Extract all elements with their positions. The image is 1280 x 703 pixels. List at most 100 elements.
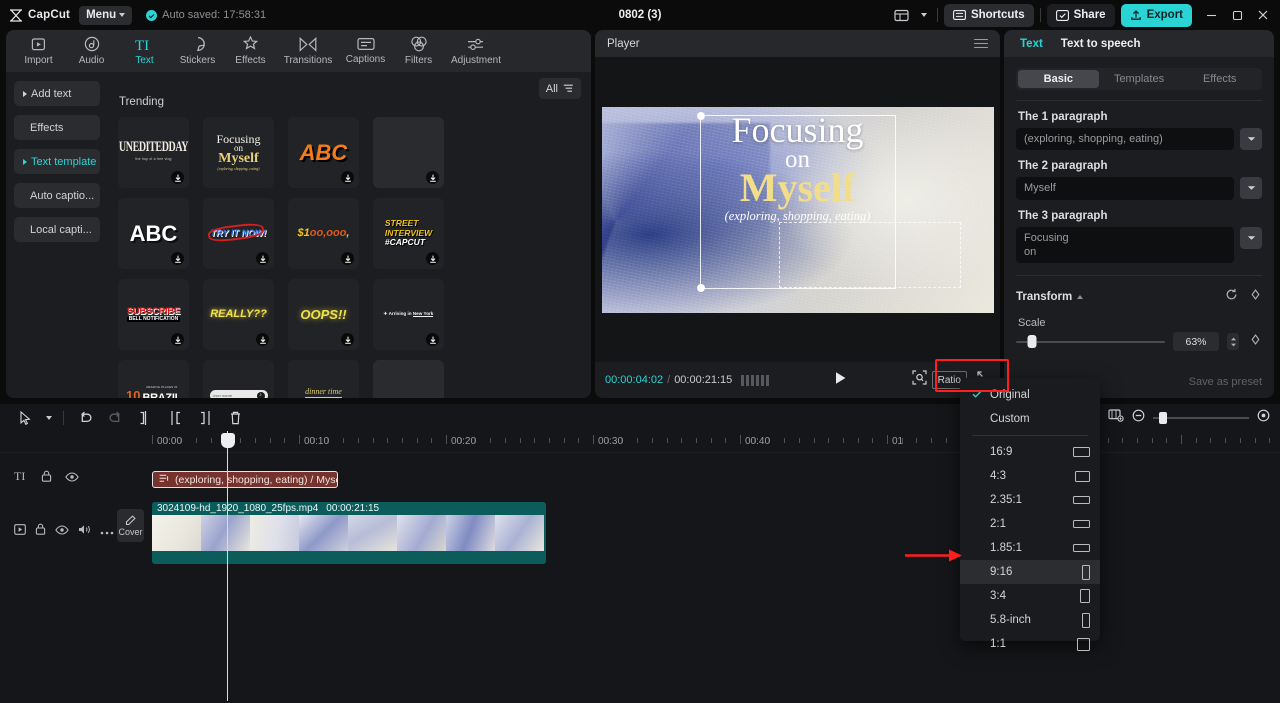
ratio-option-2-1[interactable]: 2:1: [960, 512, 1100, 536]
undo-button[interactable]: [70, 404, 100, 431]
redo-button[interactable]: [100, 404, 130, 431]
ratio-option-3-4[interactable]: 3:4: [960, 584, 1100, 608]
tool-dropdown-button[interactable]: [40, 404, 57, 431]
download-icon[interactable]: [256, 333, 269, 346]
ratio-option-original[interactable]: Original: [960, 383, 1100, 407]
tab-effects[interactable]: Effects: [224, 30, 277, 72]
save-as-preset-button[interactable]: Save as preset: [1189, 376, 1262, 388]
template-card[interactable]: ABC: [288, 117, 359, 188]
template-card[interactable]: 10 AMAZING PLACES IN BRAZIL: [118, 360, 189, 398]
lock-icon[interactable]: [41, 469, 52, 487]
eye-icon[interactable]: [55, 522, 69, 540]
menu-button[interactable]: Menu: [79, 5, 133, 25]
share-button[interactable]: Share: [1046, 3, 1115, 27]
paragraph-dropdown-button[interactable]: [1240, 177, 1262, 200]
download-icon[interactable]: [171, 333, 184, 346]
tab-text[interactable]: TI Text: [118, 30, 171, 72]
lock-icon[interactable]: [35, 522, 46, 540]
video-preview[interactable]: Focusing on Myself (exploring, shopping,…: [601, 106, 994, 313]
playhead[interactable]: [220, 431, 235, 701]
download-icon[interactable]: [426, 333, 439, 346]
chevron-up-icon[interactable]: [1077, 295, 1084, 300]
download-icon[interactable]: [426, 171, 439, 184]
paragraph-input[interactable]: Focusing on: [1016, 226, 1234, 264]
ratio-option-9-16[interactable]: 9:16: [960, 560, 1100, 584]
paragraph-dropdown-button[interactable]: [1240, 128, 1262, 150]
text-clip[interactable]: (exploring, shopping, eating) / Myself: [152, 471, 338, 488]
zoom-out-icon[interactable]: [1132, 409, 1145, 427]
template-card[interactable]: User name ♪: [203, 360, 274, 398]
template-card[interactable]: OOPS!!: [288, 279, 359, 350]
paragraph-input[interactable]: Myself: [1016, 177, 1234, 200]
ratio-option-4-3[interactable]: 4:3: [960, 464, 1100, 488]
layout-dropdown-icon[interactable]: [917, 4, 931, 26]
minimize-button[interactable]: [1198, 0, 1224, 30]
ratio-option-1-85-1[interactable]: 1.85:1: [960, 536, 1100, 560]
tab-filters[interactable]: Filters: [392, 30, 445, 72]
template-card[interactable]: UNEDITEDDAY the hop of a free vlog: [118, 117, 189, 188]
slider-knob[interactable]: [1027, 335, 1037, 349]
download-icon[interactable]: [426, 252, 439, 265]
paragraph-dropdown-button[interactable]: [1240, 226, 1262, 249]
ratio-option-2-35-1[interactable]: 2.35:1: [960, 488, 1100, 512]
download-icon[interactable]: [171, 252, 184, 265]
cover-button[interactable]: Cover: [117, 509, 144, 542]
playhead-handle[interactable]: [220, 433, 235, 448]
reset-icon[interactable]: [1225, 288, 1238, 306]
ratio-option-1-1[interactable]: 1:1: [960, 632, 1100, 656]
sidebar-item-add-text[interactable]: Add text: [14, 81, 100, 106]
template-card[interactable]: TRY IT NOW!: [203, 198, 274, 269]
frames-icon[interactable]: [741, 374, 770, 386]
sidebar-item-text-template[interactable]: Text template: [14, 149, 100, 174]
close-button[interactable]: [1250, 0, 1276, 30]
timeline-zoom-slider[interactable]: [1153, 411, 1249, 424]
fit-to-screen-icon[interactable]: [912, 370, 927, 390]
tab-text[interactable]: Text: [1020, 38, 1043, 50]
template-card[interactable]: $1oo,ooo,: [288, 198, 359, 269]
template-card[interactable]: SUBSCRIBE BELL NOTIFICATION: [118, 279, 189, 350]
filter-button[interactable]: All: [538, 78, 581, 99]
tab-stickers[interactable]: Stickers: [171, 30, 224, 72]
tab-import[interactable]: Import: [12, 30, 65, 72]
video-clip[interactable]: 3024109-hd_1920_1080_25fps.mp4 00:00:21:…: [152, 502, 546, 564]
tab-captions[interactable]: Captions: [339, 30, 392, 72]
split-button[interactable]: [130, 404, 160, 431]
hamburger-icon[interactable]: [974, 38, 988, 49]
more-icon[interactable]: [100, 522, 114, 540]
resize-handle-tl[interactable]: [696, 111, 705, 120]
template-card[interactable]: [373, 117, 444, 188]
select-tool-button[interactable]: [10, 404, 40, 431]
download-icon[interactable]: [341, 333, 354, 346]
segment-effects[interactable]: Effects: [1179, 70, 1260, 88]
scale-value-input[interactable]: 63%: [1173, 332, 1219, 352]
scale-keyframe-icon[interactable]: [1249, 333, 1262, 351]
eye-icon[interactable]: [65, 469, 79, 487]
ratio-option-custom[interactable]: Custom: [960, 407, 1100, 431]
template-card[interactable]: STREET INTERVIEW #CAPCUT: [373, 198, 444, 269]
download-icon[interactable]: [341, 252, 354, 265]
tab-adjustment[interactable]: Adjustment: [445, 30, 507, 72]
template-card[interactable]: dinner timeSolse*: [288, 360, 359, 398]
segment-templates[interactable]: Templates: [1099, 70, 1180, 88]
segment-basic[interactable]: Basic: [1018, 70, 1099, 88]
template-card[interactable]: REALLY??: [203, 279, 274, 350]
shortcuts-button[interactable]: Shortcuts: [943, 3, 1034, 27]
tab-transitions[interactable]: Transitions: [277, 30, 339, 72]
delete-button[interactable]: [220, 404, 250, 431]
template-card[interactable]: [373, 360, 444, 398]
download-icon[interactable]: [341, 171, 354, 184]
selection-box[interactable]: [696, 111, 961, 292]
export-button[interactable]: Export: [1120, 3, 1192, 27]
maximize-button[interactable]: [1224, 0, 1250, 30]
resize-handle-bl[interactable]: [696, 283, 705, 292]
fit-timeline-icon[interactable]: [1108, 408, 1124, 427]
download-icon[interactable]: [171, 171, 184, 184]
ratio-option-16-9[interactable]: 16:9: [960, 440, 1100, 464]
download-icon[interactable]: [256, 252, 269, 265]
template-card[interactable]: ABC: [118, 198, 189, 269]
zoom-knob[interactable]: [1159, 411, 1167, 424]
keyframe-icon[interactable]: [1249, 288, 1262, 306]
play-button[interactable]: [834, 371, 847, 390]
trim-left-button[interactable]: [160, 404, 190, 431]
scale-slider[interactable]: [1016, 335, 1165, 349]
